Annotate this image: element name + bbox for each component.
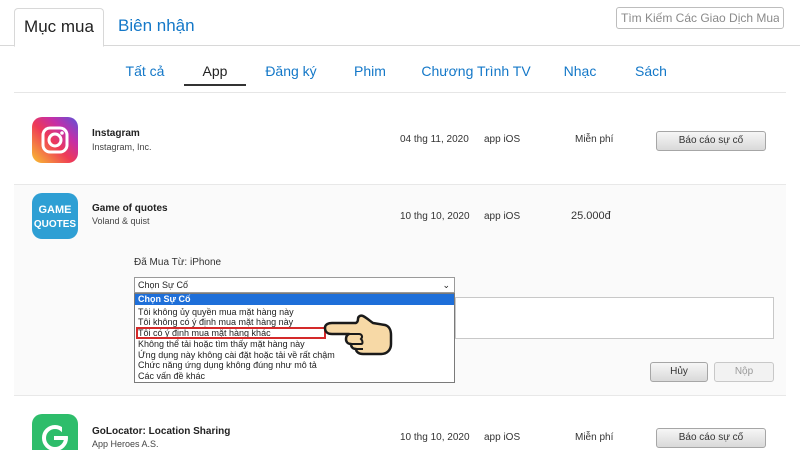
purchased-from-label: Đã Mua Từ: iPhone xyxy=(134,257,222,268)
chevron-down-icon: ⌄ xyxy=(442,280,450,290)
game-of-quotes-icon: GAME QUOTES xyxy=(32,193,78,239)
option-other-issues[interactable]: Các vấn đề khác xyxy=(135,371,454,382)
category-nav: Tất cả App Đăng ký Phim Chương Trình TV … xyxy=(0,56,800,86)
option-cannot-download[interactable]: Không thể tải hoặc tìm thấy mặt hàng này xyxy=(135,339,454,350)
select-value: Chọn Sự Cố xyxy=(138,280,189,290)
category-movies[interactable]: Phim xyxy=(340,56,400,86)
app-type: app iOS xyxy=(484,134,521,145)
category-app[interactable]: App xyxy=(184,56,246,86)
app-developer: App Heroes A.S. xyxy=(92,439,159,449)
report-problem-button[interactable]: Báo cáo sự cố xyxy=(656,428,766,448)
app-developer: Voland & quist xyxy=(92,216,150,226)
option-choose-problem[interactable]: Chọn Sự Cố xyxy=(135,294,454,305)
app-name: Game of quotes xyxy=(92,203,168,214)
category-books[interactable]: Sách xyxy=(624,56,678,86)
category-tv-shows[interactable]: Chương Trình TV xyxy=(418,56,534,86)
tab-receipts[interactable]: Biên nhận xyxy=(106,8,207,47)
problem-select[interactable]: Chọn Sự Cố ⌄ xyxy=(134,277,455,293)
app-name: Instagram xyxy=(92,128,140,139)
app-price: 25.000đ xyxy=(571,210,611,222)
app-price: Miễn phí xyxy=(575,134,614,145)
submit-button[interactable]: Nộp xyxy=(714,362,774,382)
golocator-icon xyxy=(32,414,78,450)
game-icon-text-1: GAME xyxy=(39,204,72,216)
app-type: app iOS xyxy=(484,211,521,222)
pointing-hand-icon xyxy=(323,314,393,356)
app-name: GoLocator: Location Sharing xyxy=(92,426,231,437)
category-music[interactable]: Nhạc xyxy=(550,56,610,86)
description-textarea[interactable] xyxy=(455,297,774,339)
app-developer: Instagram, Inc. xyxy=(92,142,152,152)
instagram-icon xyxy=(32,117,78,163)
purchase-date: 04 thg 11, 2020 xyxy=(400,134,469,145)
search-input[interactable] xyxy=(616,7,784,29)
tab-purchased[interactable]: Mục mua xyxy=(14,8,104,47)
divider xyxy=(14,92,786,93)
purchase-date: 10 thg 10, 2020 xyxy=(400,432,470,443)
purchase-date: 10 thg 10, 2020 xyxy=(400,211,470,222)
app-price: Miễn phí xyxy=(575,432,614,443)
option-not-as-described[interactable]: Chức năng ứng dụng không đúng như mô tả xyxy=(135,360,454,371)
option-highlight-box xyxy=(136,327,326,339)
report-problem-button[interactable]: Báo cáo sự cố xyxy=(656,131,766,151)
game-icon-text-2: QUOTES xyxy=(34,219,77,230)
cancel-button[interactable]: Hủy xyxy=(650,362,708,382)
category-subscriptions[interactable]: Đăng ký xyxy=(258,56,324,86)
app-type: app iOS xyxy=(484,432,521,443)
category-all[interactable]: Tất cả xyxy=(116,56,174,86)
